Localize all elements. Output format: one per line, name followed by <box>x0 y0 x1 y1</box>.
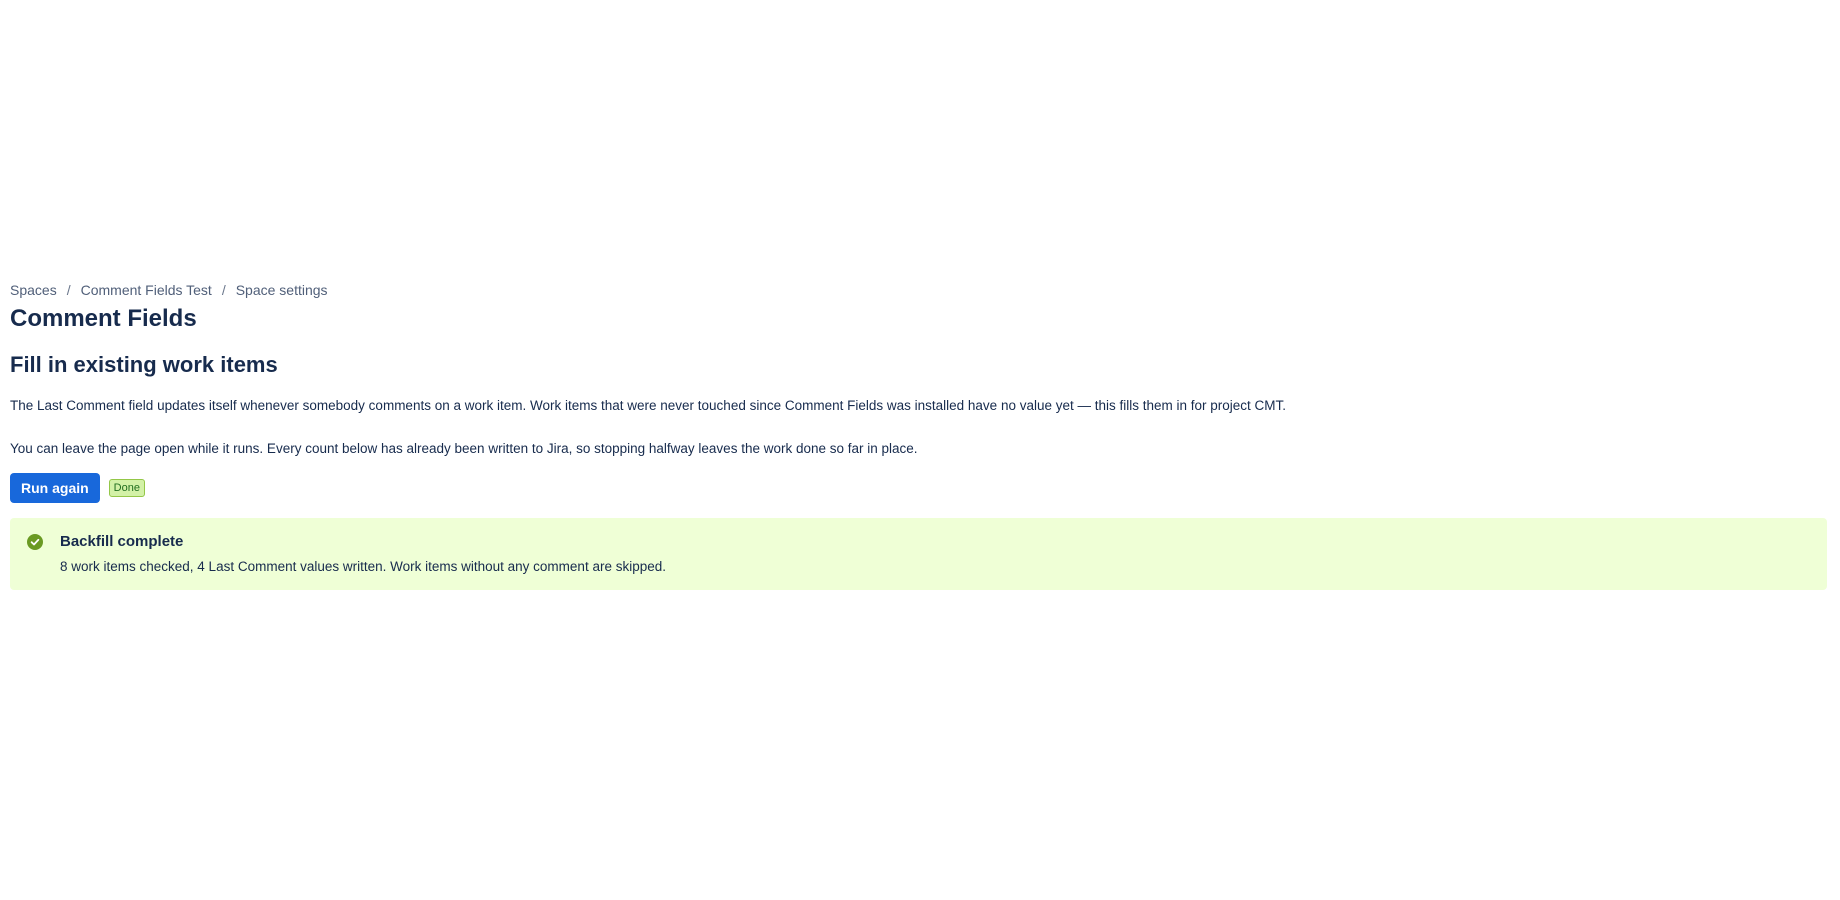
breadcrumb-separator: / <box>66 282 71 298</box>
description-paragraph: You can leave the page open while it run… <box>10 441 918 456</box>
section-title: Fill in existing work items <box>10 352 278 377</box>
breadcrumb-space-settings[interactable]: Space settings <box>236 282 328 298</box>
breadcrumb: Spaces / Comment Fields Test / Space set… <box>10 280 1827 300</box>
status-badge: Done <box>108 479 145 497</box>
success-banner: Backfill complete 8 work items checked, … <box>10 518 1827 590</box>
banner-title: Backfill complete <box>60 533 184 550</box>
action-row: Run again Done <box>10 473 1827 503</box>
banner-message: 8 work items checked, 4 Last Comment val… <box>60 559 666 574</box>
breadcrumb-project[interactable]: Comment Fields Test <box>81 282 212 298</box>
run-again-button[interactable]: Run again <box>10 473 100 503</box>
breadcrumb-spaces[interactable]: Spaces <box>10 282 57 298</box>
page-title: Comment Fields <box>10 305 197 332</box>
banner-body: Backfill complete 8 work items checked, … <box>60 532 666 576</box>
check-circle-icon <box>27 534 43 550</box>
page-content: Spaces / Comment Fields Test / Space set… <box>10 280 1827 590</box>
description-paragraph: The Last Comment field updates itself wh… <box>10 398 1287 413</box>
breadcrumb-separator: / <box>221 282 226 298</box>
